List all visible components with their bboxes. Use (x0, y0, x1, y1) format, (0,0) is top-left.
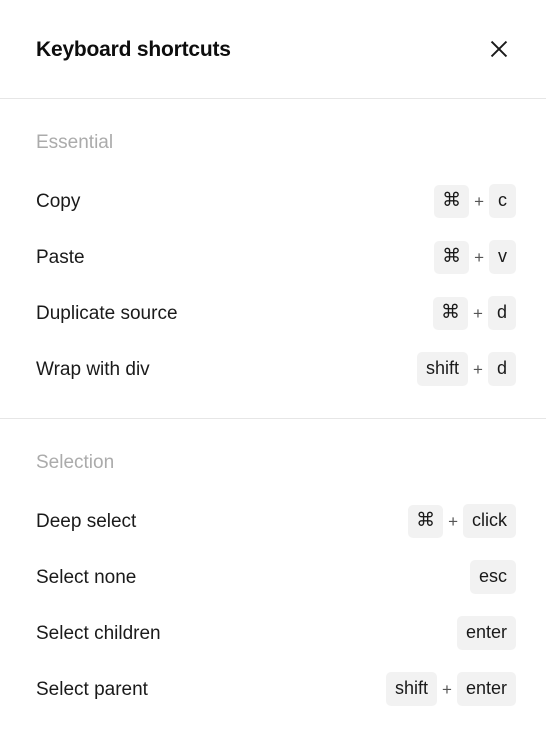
shortcut-keys: ⌘ + click (408, 504, 516, 538)
shortcut-row: Paste ⌘ + v (36, 238, 516, 276)
keyboard-shortcuts-dialog: Keyboard shortcuts Essential Copy ⌘ + c Paste… (0, 0, 546, 740)
shortcut-label: Deep select (36, 510, 137, 532)
key-separator: + (474, 247, 484, 267)
key-badge: shift (417, 352, 469, 386)
key-separator: + (474, 191, 484, 211)
key-badge: d (487, 352, 516, 386)
shortcut-label: Select parent (36, 678, 148, 700)
close-button[interactable] (482, 32, 516, 66)
shortcut-keys: shift + d (417, 352, 516, 386)
shortcut-label: Paste (36, 246, 85, 268)
key-badge: click (463, 504, 516, 538)
key-badge: ⌘ (434, 240, 470, 274)
shortcut-keys: ⌘ + v (434, 240, 516, 274)
key-badge: d (487, 296, 516, 330)
key-badge: ⌘ (408, 504, 444, 538)
dialog-title: Keyboard shortcuts (36, 37, 231, 61)
key-badge: enter (456, 616, 516, 650)
shortcut-keys: esc (469, 560, 516, 594)
shortcut-label: Select none (36, 566, 137, 588)
dialog-header: Keyboard shortcuts (0, 0, 546, 99)
key-badge: ⌘ (434, 184, 470, 218)
shortcut-sections: Essential Copy ⌘ + c Paste ⌘ + v Duplicate source… (0, 99, 546, 740)
shortcut-row: Select none esc (36, 558, 516, 596)
key-separator: + (473, 359, 483, 379)
key-separator: + (448, 511, 458, 531)
key-badge: enter (456, 672, 516, 706)
shortcut-keys: shift + enter (386, 672, 516, 706)
section-heading: Selection (36, 452, 115, 473)
shortcut-keys: enter (456, 616, 516, 650)
shortcut-row: Select children enter (36, 614, 516, 652)
key-badge: ⌘ (433, 296, 469, 330)
shortcut-label: Select children (36, 622, 161, 644)
section-heading: Essential (36, 132, 114, 153)
shortcut-keys: ⌘ + c (434, 184, 516, 218)
shortcut-row: Select parent shift + enter (36, 670, 516, 708)
close-icon (489, 39, 509, 59)
key-separator: + (473, 303, 483, 323)
shortcut-row: Copy ⌘ + c (36, 182, 516, 220)
shortcut-label: Copy (36, 190, 81, 212)
key-badge: shift (386, 672, 438, 706)
key-badge: c (489, 184, 516, 218)
shortcut-section: Selection Deep select ⌘ + click Select none es… (0, 418, 546, 738)
shortcut-label: Wrap with div (36, 358, 150, 380)
shortcut-keys: ⌘ + d (433, 296, 516, 330)
key-badge: v (489, 240, 516, 274)
key-badge: esc (469, 560, 516, 594)
shortcut-row: Deep select ⌘ + click (36, 502, 516, 540)
shortcut-row: Duplicate source ⌘ + d (36, 294, 516, 332)
shortcut-label: Duplicate source (36, 302, 178, 324)
shortcut-row: Wrap with div shift + d (36, 350, 516, 388)
key-separator: + (442, 679, 452, 699)
shortcut-section: Essential Copy ⌘ + c Paste ⌘ + v Duplicate source… (0, 99, 546, 418)
